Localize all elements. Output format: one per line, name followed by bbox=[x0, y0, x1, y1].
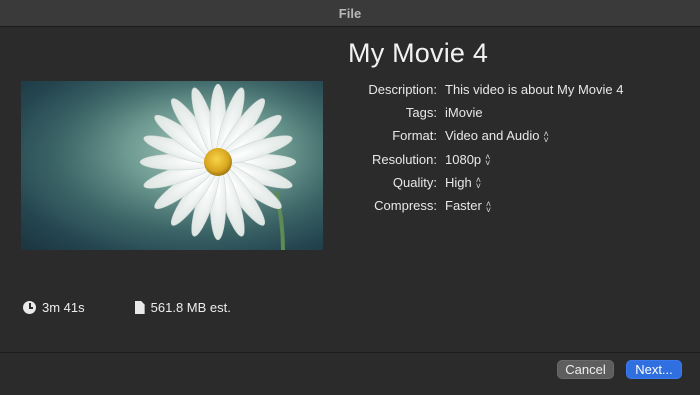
movie-title: My Movie 4 bbox=[348, 38, 489, 68]
format-row: Format: Video and Audio ˄ ˅ bbox=[330, 124, 690, 147]
next-button[interactable]: Next... bbox=[626, 360, 682, 379]
duration-stat: 3m 41s bbox=[23, 300, 85, 315]
tags-field[interactable]: iMovie bbox=[445, 105, 483, 120]
export-stats: 3m 41s 561.8 MB est. bbox=[23, 300, 231, 315]
description-label: Description: bbox=[368, 82, 437, 98]
compress-select[interactable]: Faster ˄ ˅ bbox=[445, 198, 492, 215]
format-label: Format: bbox=[392, 128, 437, 144]
chevron-updown-icon: ˄ ˅ bbox=[475, 175, 482, 192]
window-title-bar: File bbox=[0, 0, 700, 27]
quality-value: High bbox=[445, 174, 472, 190]
cancel-button[interactable]: Cancel bbox=[557, 360, 614, 379]
duration-value: 3m 41s bbox=[42, 300, 85, 315]
description-field[interactable]: This video is about My Movie 4 bbox=[445, 82, 623, 97]
tags-row: Tags: iMovie bbox=[330, 101, 690, 124]
compress-value: Faster bbox=[445, 198, 482, 214]
chevron-updown-icon: ˄ ˅ bbox=[543, 128, 549, 145]
resolution-row: Resolution: 1080p ˄ ˅ bbox=[330, 148, 690, 171]
window-title: File bbox=[338, 5, 362, 21]
resolution-label: Resolution: bbox=[371, 151, 437, 167]
quality-label: Quality: bbox=[392, 174, 437, 190]
clock-icon bbox=[23, 301, 36, 314]
document-icon bbox=[134, 301, 145, 314]
movie-properties: Description: This video is about My Movi… bbox=[330, 78, 690, 217]
compress-label: Compress: bbox=[374, 198, 437, 214]
quality-row: Quality: High ˄ ˅ bbox=[330, 171, 690, 194]
size-value: 561.8 MB est. bbox=[150, 300, 231, 315]
chevron-updown-icon: ˄ ˅ bbox=[485, 152, 491, 169]
description-row: Description: This video is about My Movi… bbox=[330, 78, 690, 101]
footer-divider bbox=[0, 352, 700, 353]
movie-thumbnail bbox=[21, 81, 323, 250]
daisy-image bbox=[21, 81, 323, 250]
format-select[interactable]: Video and Audio ˄ ˅ bbox=[445, 128, 549, 145]
format-value: Video and Audio bbox=[445, 128, 540, 144]
chevron-updown-icon: ˄ ˅ bbox=[485, 198, 492, 215]
quality-select[interactable]: High ˄ ˅ bbox=[445, 174, 482, 192]
resolution-select[interactable]: 1080p ˄ ˅ bbox=[445, 151, 491, 169]
compress-row: Compress: Faster ˄ ˅ bbox=[330, 194, 690, 217]
resolution-value: 1080p bbox=[445, 151, 482, 167]
tags-label: Tags: bbox=[405, 105, 437, 121]
size-stat: 561.8 MB est. bbox=[134, 300, 231, 315]
